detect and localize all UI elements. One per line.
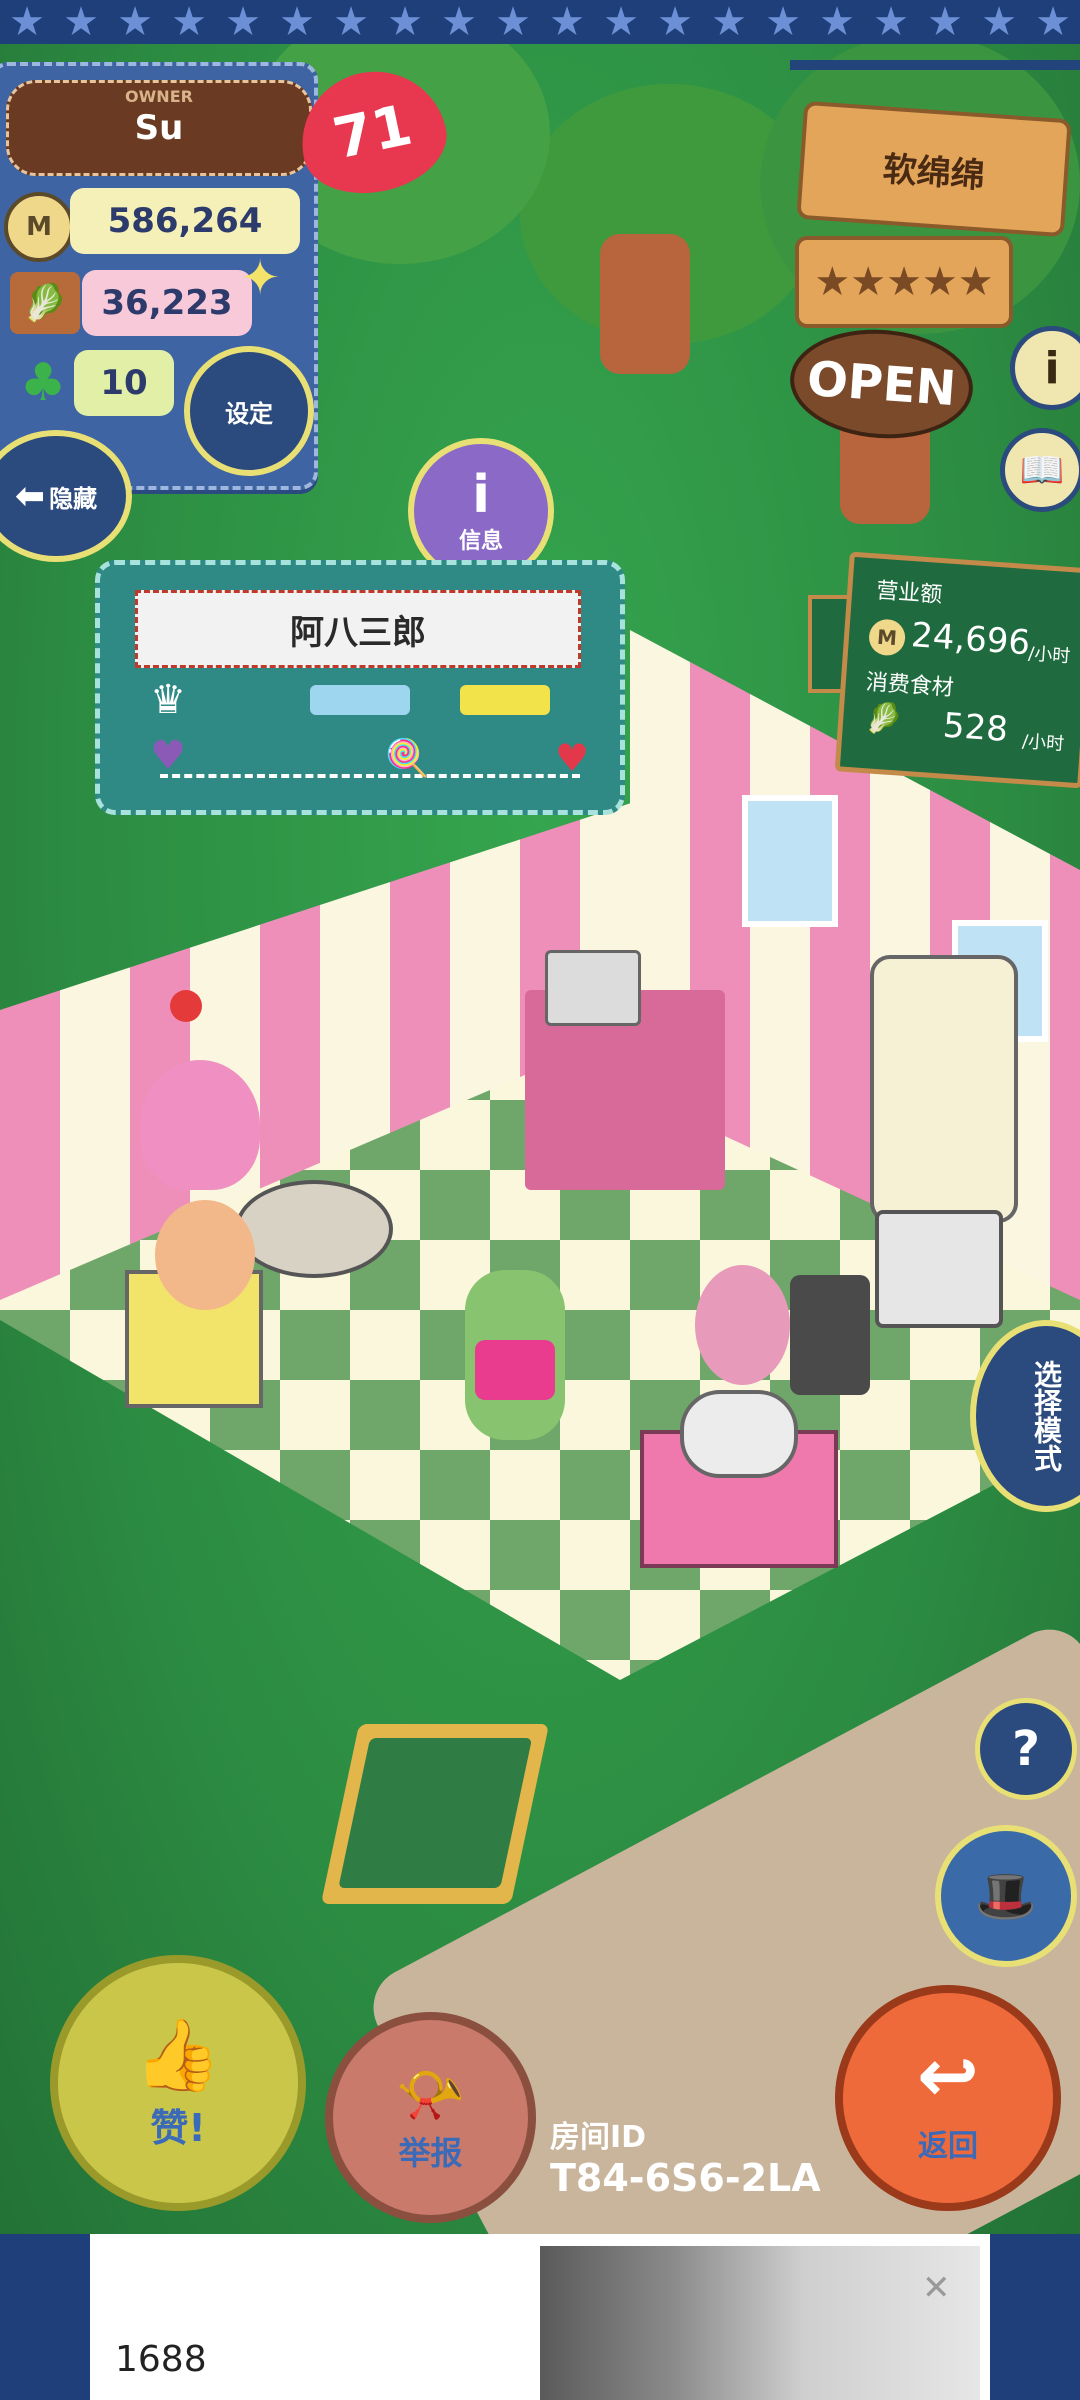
report-button[interactable]: 📯 举报 bbox=[325, 2012, 536, 2223]
info-label: 信息 bbox=[458, 529, 503, 554]
clover-icon: ♣ bbox=[19, 353, 67, 413]
coin-icon: M bbox=[4, 192, 74, 262]
hat-button[interactable]: 🎩 bbox=[935, 1825, 1077, 1967]
chef-hat-icon: ♛ bbox=[150, 677, 186, 723]
shop-name-sign[interactable]: 软绵绵 bbox=[796, 100, 1072, 238]
recipe-book-icon[interactable]: 📖 bbox=[1000, 428, 1080, 512]
owner-name-tag[interactable]: OWNER Su bbox=[6, 80, 312, 176]
shop-rating-stars: ★★★★★ bbox=[795, 236, 1013, 328]
heart-level-value: 71 bbox=[327, 92, 418, 172]
teddy-bear-character[interactable] bbox=[155, 1200, 255, 1310]
revenue-unit: /小时 bbox=[1027, 643, 1071, 668]
return-arrow-icon: ↩ bbox=[916, 2033, 979, 2119]
tree-trunk bbox=[600, 234, 690, 374]
heart-icon: ♥ bbox=[554, 736, 590, 780]
help-button[interactable]: ? bbox=[975, 1698, 1077, 1800]
coins-value: 586,264 bbox=[70, 188, 300, 254]
revenue-label: 营业额 bbox=[875, 578, 944, 609]
location-pin-icon bbox=[170, 990, 202, 1022]
ad-panel[interactable]: 1688 ✕ bbox=[90, 2234, 990, 2400]
settings-label: 设定 bbox=[225, 399, 273, 428]
back-arrow-icon: ⬅ bbox=[14, 475, 46, 517]
mood-track bbox=[160, 774, 580, 778]
owner-name: Su bbox=[134, 108, 184, 148]
owner-label: OWNER bbox=[125, 87, 193, 106]
food-crate-icon: 🥬 bbox=[10, 272, 80, 334]
select-mode-label: 选择模式 bbox=[1030, 1360, 1063, 1472]
ad-text: 1688 bbox=[115, 2339, 207, 2380]
back-label: 返回 bbox=[918, 2129, 978, 2164]
food-consumed-label: 消费食材 bbox=[865, 670, 955, 702]
coffee-maker[interactable] bbox=[790, 1275, 870, 1395]
hat-icon: 🎩 bbox=[974, 1866, 1038, 1925]
candy-icon: 🍭 bbox=[384, 738, 430, 779]
food-value: 36,223 bbox=[82, 270, 252, 336]
round-table[interactable] bbox=[235, 1180, 393, 1278]
character-name: 阿八三郎 bbox=[290, 612, 426, 653]
room-id: 房间ID T84-6S6-2LA bbox=[550, 2112, 821, 2200]
top-star-border: ★ ★ ★ ★ ★ ★ ★ ★ ★ ★ ★ ★ ★ ★ ★ ★ ★ ★ ★ ★ bbox=[0, 0, 1080, 44]
speed-bar bbox=[460, 685, 550, 715]
ad-image[interactable] bbox=[540, 2246, 980, 2400]
sign-bracket bbox=[790, 60, 1080, 70]
sidewalk-sign bbox=[320, 1724, 550, 1904]
help-label: ? bbox=[1012, 1721, 1040, 1777]
cash-register[interactable] bbox=[545, 950, 641, 1026]
whistle-icon: 📯 bbox=[395, 2062, 466, 2128]
thumbs-up-icon: 👍 bbox=[134, 2014, 222, 2096]
hide-label: 隐藏 bbox=[49, 484, 98, 513]
clover-value: 10 bbox=[74, 350, 174, 416]
shop-name: 软绵绵 bbox=[881, 148, 987, 197]
like-button[interactable]: 👍 赞! bbox=[50, 1955, 306, 2211]
open-status: OPEN bbox=[805, 350, 958, 418]
close-icon[interactable]: ✕ bbox=[922, 2268, 951, 2308]
microwave[interactable] bbox=[875, 1210, 1003, 1328]
refrigerator[interactable] bbox=[870, 955, 1018, 1223]
settings-button[interactable]: 设定 bbox=[184, 346, 314, 476]
coin-icon: M bbox=[867, 618, 907, 657]
food-crate-icon: 🥬 bbox=[864, 700, 904, 738]
pink-dog-character[interactable] bbox=[140, 1060, 260, 1190]
chef-bear-character[interactable] bbox=[695, 1265, 790, 1385]
window bbox=[742, 795, 838, 927]
skill-bar bbox=[310, 685, 410, 715]
room-id-value: T84-6S6-2LA bbox=[550, 2156, 821, 2200]
room-id-label: 房间ID bbox=[550, 2120, 647, 2155]
report-label: 举报 bbox=[398, 2133, 463, 2172]
rice-cooker[interactable] bbox=[680, 1390, 798, 1478]
stats-board: 营业额 M 24,696 /小时 消费食材 🥬 528 /小时 bbox=[834, 551, 1080, 789]
green-dog-character[interactable] bbox=[465, 1270, 565, 1440]
food-consumed-value: 528 bbox=[941, 705, 1010, 751]
sparkle-icon: ✦ bbox=[240, 250, 281, 306]
revenue-value: 24,696 bbox=[909, 615, 1032, 664]
info-icon: i bbox=[472, 465, 490, 525]
back-button[interactable]: ↩ 返回 bbox=[835, 1985, 1061, 2211]
food-consumed-unit: /小时 bbox=[1021, 731, 1065, 756]
character-name-banner: 阿八三郎 bbox=[135, 590, 581, 668]
like-label: 赞! bbox=[150, 2106, 206, 2150]
